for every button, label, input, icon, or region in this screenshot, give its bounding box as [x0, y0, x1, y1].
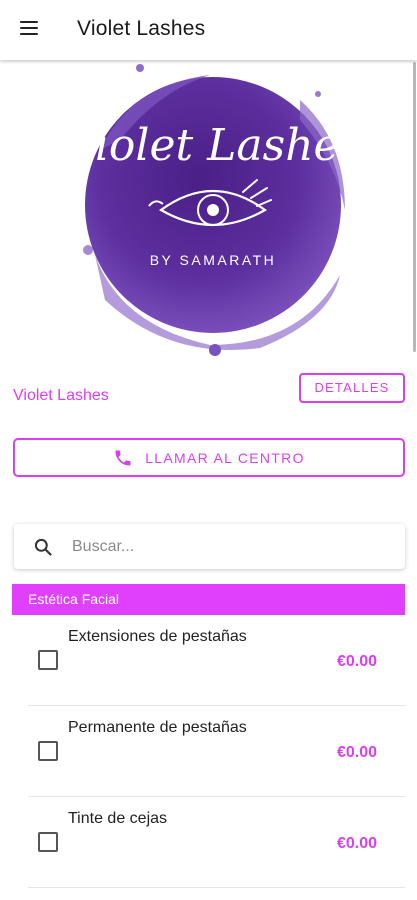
service-price: €0.00	[336, 744, 377, 761]
search-bar	[14, 524, 405, 569]
scrollbar-thumb[interactable]	[413, 62, 416, 352]
phone-icon	[115, 450, 131, 465]
app-bar: Violet Lashes	[0, 0, 417, 60]
details-button[interactable]: DETALLES	[299, 373, 405, 403]
service-row[interactable]: Permanente de pestañas €0.00	[28, 706, 405, 797]
service-checkbox[interactable]	[38, 741, 58, 761]
salon-name-link[interactable]: Violet Lashes	[13, 387, 109, 405]
search-input[interactable]	[72, 537, 372, 556]
service-checkbox[interactable]	[38, 832, 58, 852]
service-name: Tinte de cejas	[68, 810, 168, 827]
logo-subtitle: BY SAMARATH	[150, 252, 277, 268]
service-row[interactable]: Tinte de cejas €0.00	[28, 797, 405, 888]
logo-script-text: Violet Lashes	[64, 120, 362, 171]
service-price: €0.00	[336, 835, 377, 852]
service-row[interactable]: Extensiones de pestañas €0.00	[28, 615, 405, 706]
service-name: Extensiones de pestañas	[68, 628, 247, 645]
salon-logo: Violet Lashes BY SAMARATH	[0, 60, 417, 360]
service-checkbox[interactable]	[38, 650, 58, 670]
hamburger-menu-icon[interactable]	[18, 18, 44, 42]
category-header: Estética Facial	[12, 584, 405, 615]
service-name: Permanente de pestañas	[68, 719, 247, 736]
call-center-button[interactable]: LLAMAR AL CENTRO	[13, 438, 405, 477]
app-title: Violet Lashes	[77, 17, 206, 40]
service-price: €0.00	[336, 653, 377, 670]
call-center-label: LLAMAR AL CENTRO	[145, 449, 305, 466]
search-icon	[34, 538, 52, 556]
